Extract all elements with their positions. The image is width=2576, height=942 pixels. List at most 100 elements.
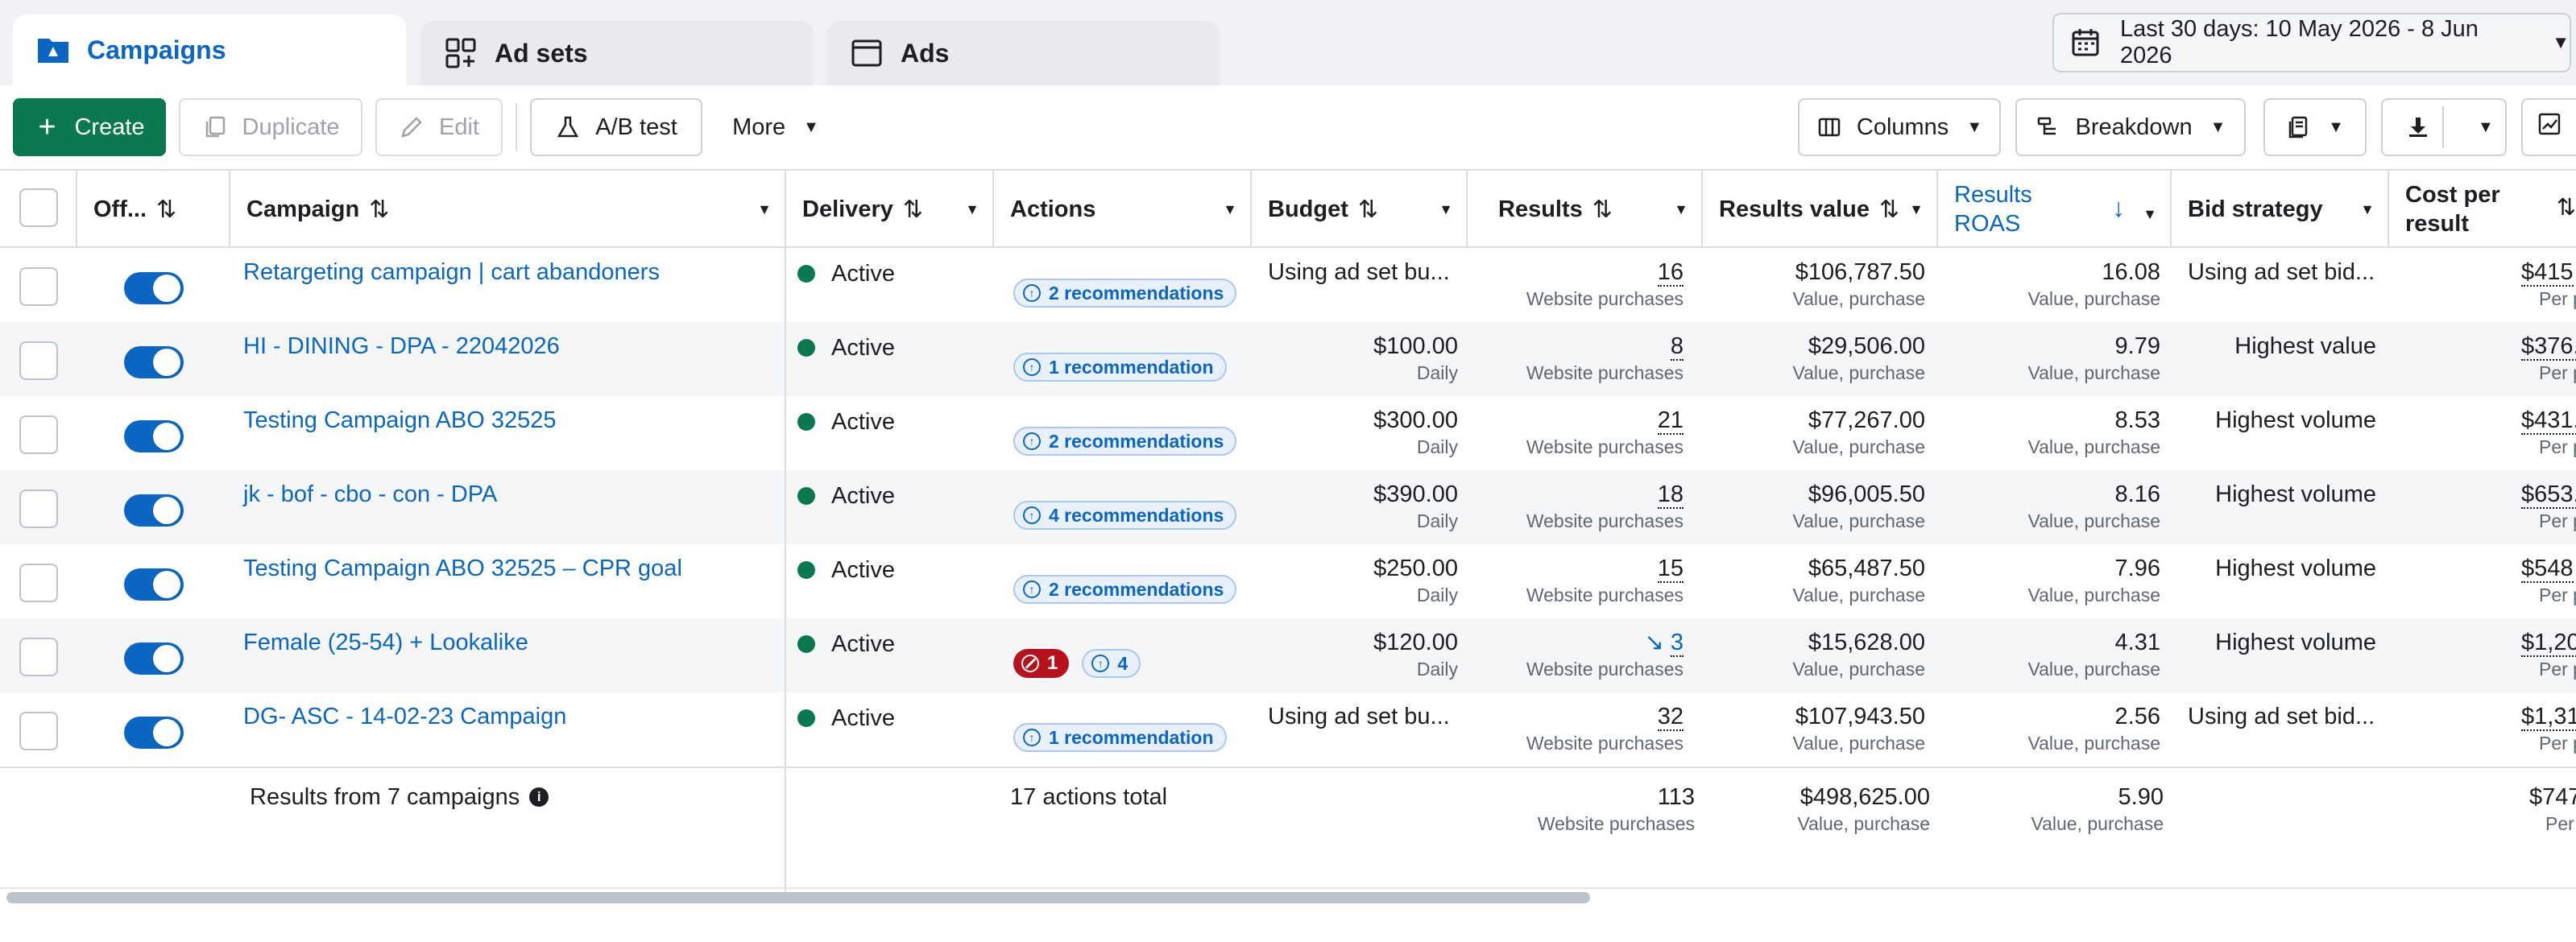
more-button[interactable]: More ▼	[715, 98, 836, 156]
sort-icon[interactable]: ⇅	[369, 196, 389, 224]
sort-icon[interactable]: ⇅	[1358, 196, 1378, 224]
header-actions[interactable]: Actions ▼	[994, 171, 1252, 248]
chevron-down-icon[interactable]: ▼	[1909, 201, 1924, 218]
cost-value[interactable]: $415	[2521, 259, 2574, 287]
campaign-on-off-toggle[interactable]	[124, 642, 184, 675]
recommendations-badge[interactable]: ↑ 2 recommendations	[1013, 427, 1237, 456]
results-value[interactable]: 3	[1670, 630, 1684, 657]
table-row[interactable]: DG- ASC - 14-02-23 Campaign Active ↑ 1 re…	[0, 692, 2576, 766]
sort-icon[interactable]: ⇅	[156, 196, 176, 224]
chevron-down-icon[interactable]: ▼	[1439, 201, 1453, 218]
cost-per-result-cell[interactable]: $431. Per purch	[2521, 406, 2576, 480]
sort-icon[interactable]: ⇅	[1879, 196, 1899, 224]
budget-cell[interactable]: Using ad set bu...	[1268, 702, 1461, 776]
header-bid-strategy[interactable]: Bid strategy ▼	[2172, 171, 2389, 248]
cost-value[interactable]: $1,318.	[2521, 704, 2576, 731]
header-delivery[interactable]: Delivery ⇅ ▼	[786, 171, 994, 248]
campaign-on-off-toggle[interactable]	[124, 420, 184, 452]
tab-ads[interactable]: Ads	[826, 21, 1220, 85]
budget-cell[interactable]: $390.00 Daily	[1252, 480, 1458, 554]
info-icon[interactable]: i	[529, 787, 549, 807]
create-button[interactable]: + Create	[13, 98, 166, 156]
chevron-down-icon[interactable]: ▼	[965, 201, 979, 218]
chart-button[interactable]	[2521, 98, 2576, 156]
recommendations-badge[interactable]: ↑ 1 recommendation	[1013, 353, 1227, 382]
campaign-on-off-toggle[interactable]	[124, 494, 184, 527]
recommendations-badge[interactable]: ↑ 2 recommendations	[1013, 279, 1237, 308]
recommendations-badge[interactable]: ↑ 1 recommendation	[1013, 723, 1227, 752]
error-badge[interactable]: 1	[1013, 649, 1070, 678]
export-button[interactable]: ▼	[2381, 98, 2507, 156]
row-checkbox[interactable]	[19, 564, 58, 602]
results-value[interactable]: 32	[1657, 704, 1684, 731]
reports-button[interactable]: ▼	[2263, 98, 2367, 156]
results-value[interactable]: 21	[1657, 407, 1684, 435]
sort-icon[interactable]: ⇅	[903, 196, 923, 224]
select-all-checkbox[interactable]	[19, 188, 58, 227]
cost-value[interactable]: $431.	[2521, 407, 2576, 435]
row-checkbox[interactable]	[19, 267, 58, 306]
table-row[interactable]: Retargeting campaign | cart abandoners A…	[0, 248, 2576, 322]
row-checkbox[interactable]	[19, 341, 58, 380]
table-row[interactable]: Testing Campaign ABO 32525 – CPR goal Ac…	[0, 544, 2576, 618]
results-cell[interactable]: 8 Website purchases	[1468, 332, 1684, 406]
row-checkbox[interactable]	[19, 490, 58, 528]
table-row[interactable]: HI - DINING - DPA - 22042026 Active ↑ 1 r…	[0, 322, 2576, 396]
date-range-picker[interactable]: Last 30 days: 10 May 2026 - 8 Jun 2026 ▼	[2052, 13, 2571, 72]
budget-cell[interactable]: $300.00 Daily	[1252, 406, 1458, 480]
campaign-on-off-toggle[interactable]	[124, 568, 184, 601]
tab-ad-sets[interactable]: Ad sets	[420, 21, 814, 85]
header-off-on[interactable]: Off... ⇅	[77, 171, 230, 248]
sort-descending-icon[interactable]: ↓	[2112, 193, 2125, 222]
campaign-on-off-toggle[interactable]	[124, 346, 184, 378]
sort-icon[interactable]: ⇅	[1592, 196, 1613, 224]
results-cell[interactable]: 21 Website purchases	[1468, 406, 1684, 480]
results-cell[interactable]: 32 Website purchases	[1468, 702, 1684, 776]
recommendations-badge[interactable]: ↑ 2 recommendations	[1013, 575, 1237, 604]
cost-value[interactable]: $1,209	[2521, 630, 2576, 657]
cost-value[interactable]: $548	[2521, 556, 2574, 583]
chevron-down-icon[interactable]: ▼	[1674, 201, 1688, 218]
cost-per-result-cell[interactable]: $653. Per purch	[2521, 480, 2576, 554]
results-value[interactable]: 16	[1657, 259, 1684, 287]
campaign-on-off-toggle[interactable]	[124, 272, 184, 304]
chevron-down-icon[interactable]: ▼	[2143, 200, 2157, 229]
chevron-down-icon[interactable]: ▼	[757, 201, 772, 218]
results-cell[interactable]: 15 Website purchases	[1468, 554, 1684, 628]
edit-button[interactable]: Edit	[375, 98, 503, 156]
budget-cell[interactable]: $120.00 Daily	[1252, 628, 1458, 702]
recommendations-badge[interactable]: ↑ 4 recommendations	[1013, 501, 1237, 530]
budget-cell[interactable]: Using ad set bu...	[1268, 258, 1461, 332]
horizontal-scrollbar[interactable]	[6, 892, 1590, 903]
ab-test-button[interactable]: A/B test	[530, 98, 702, 156]
recommendations-badge[interactable]: ↑ 4	[1082, 649, 1141, 678]
budget-cell[interactable]: $250.00 Daily	[1252, 554, 1458, 628]
row-checkbox[interactable]	[19, 712, 58, 750]
row-checkbox[interactable]	[19, 415, 58, 454]
results-value[interactable]: 15	[1657, 556, 1684, 583]
header-budget[interactable]: Budget ⇅ ▼	[1252, 171, 1468, 248]
cost-per-result-cell[interactable]: $415 Per purch	[2521, 258, 2576, 332]
breakdown-button[interactable]: Breakdown ▼	[2015, 98, 2246, 156]
header-results-value[interactable]: Results value ⇅ ▼	[1703, 171, 1938, 248]
results-value[interactable]: 8	[1670, 333, 1684, 361]
header-campaign[interactable]: Campaign ⇅ ▼	[230, 171, 786, 248]
columns-button[interactable]: Columns ▼	[1798, 98, 2001, 156]
cost-value[interactable]: $653.	[2521, 481, 2576, 509]
cost-per-result-cell[interactable]: $376. Per purch	[2521, 332, 2576, 406]
tab-campaigns[interactable]: Campaigns	[13, 14, 406, 85]
results-cell[interactable]: ↘ 3 Website purchases	[1468, 628, 1684, 702]
cost-value[interactable]: $376.	[2521, 333, 2576, 361]
campaign-on-off-toggle[interactable]	[124, 717, 184, 749]
row-checkbox[interactable]	[19, 638, 58, 676]
header-results-roas[interactable]: Results ROAS ↓ ▼	[1938, 171, 2172, 248]
chevron-down-icon[interactable]: ▼	[2360, 201, 2375, 218]
header-cost-per-result[interactable]: Cost per result ⇅	[2389, 171, 2576, 248]
duplicate-button[interactable]: Duplicate	[179, 98, 362, 156]
cost-per-result-cell[interactable]: $548 Per purch	[2521, 554, 2576, 628]
table-row[interactable]: jk - bof - cbo - con - DPA Active ↑ 4 rec…	[0, 470, 2576, 544]
results-value[interactable]: 18	[1657, 481, 1684, 509]
cost-per-result-cell[interactable]: $1,209 Per purch	[2521, 628, 2576, 702]
table-row[interactable]: Testing Campaign ABO 32525 Active ↑ 2 rec…	[0, 396, 2576, 470]
table-row[interactable]: Female (25-54) + Lookalike Active 1 ↑ 4 $…	[0, 618, 2576, 692]
